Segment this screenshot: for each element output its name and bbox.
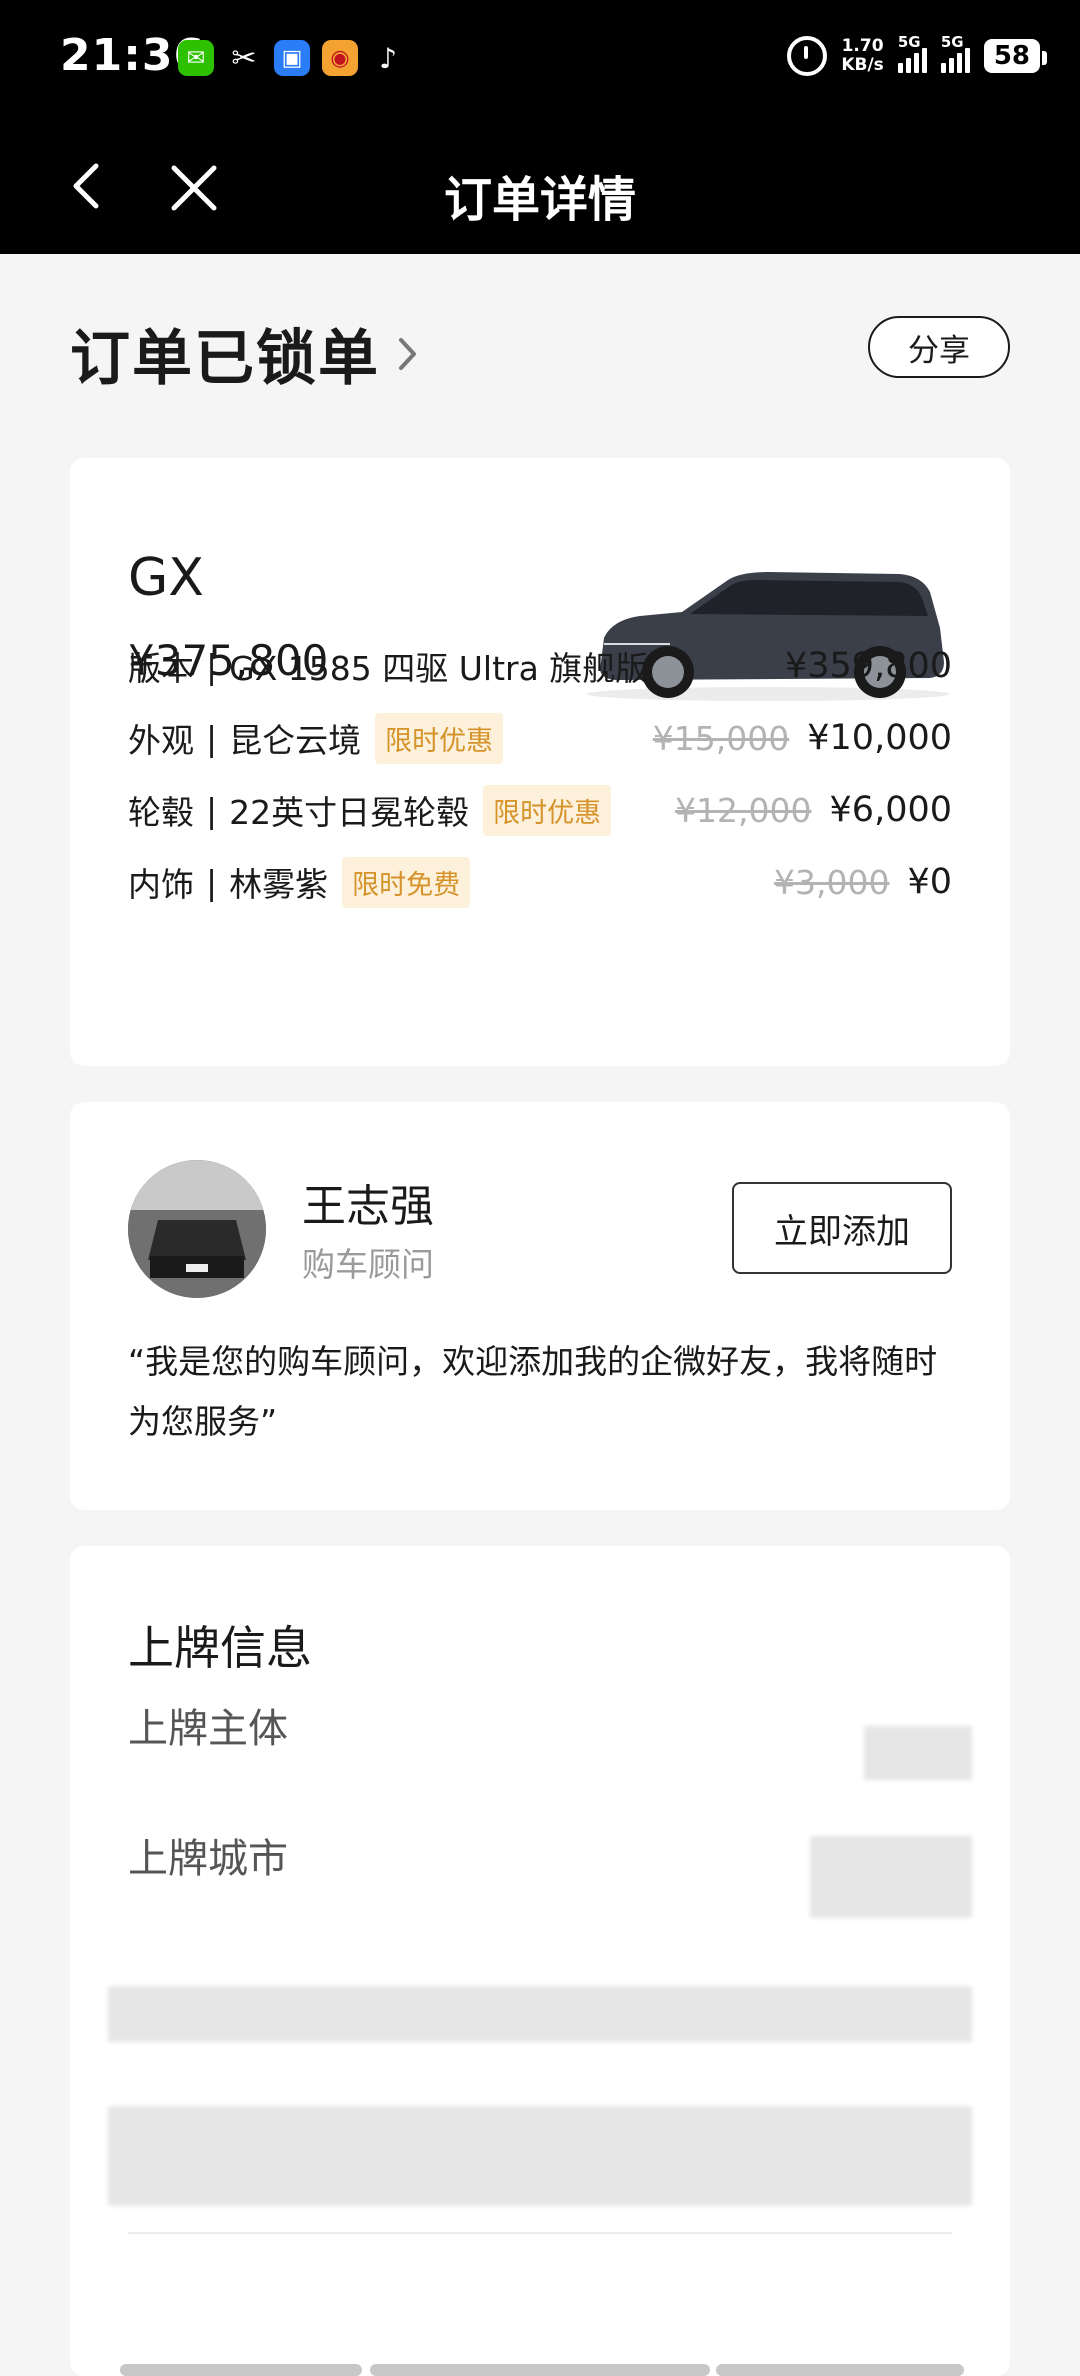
nav-bar: 订单详情: [0, 118, 1080, 254]
alarm-icon: [787, 36, 828, 76]
order-status: 订单已锁单: [70, 324, 380, 394]
tab-indicator: [716, 2364, 964, 2376]
order-card: GX ¥375,800 版本 | GX 1585 四驱 Ultra 旗舰版 ¥3…: [70, 458, 1010, 1066]
share-button[interactable]: 分享: [868, 316, 1010, 378]
system-indicators: 1.70 KB/s 5G 5G 58: [787, 33, 1048, 76]
original-price: ¥15,000: [652, 718, 790, 758]
tab-indicator: [120, 2364, 362, 2376]
divider: [128, 2232, 952, 2234]
advisor-name: 王志强: [302, 1181, 434, 1232]
messages-icon: ▣: [274, 40, 310, 76]
signal-icon-2: 5G: [940, 33, 970, 73]
wechat-icon: ✉: [178, 40, 214, 76]
tiktok-icon: ♪: [370, 40, 406, 76]
add-advisor-button[interactable]: 立即添加: [732, 1182, 952, 1274]
config-row-interior: 内饰 | 林雾紫 限时免费 ¥3,000 ¥0: [128, 854, 952, 910]
advisor-quote: “我是您的购车顾问，欢迎添加我的企微好友，我将随时为您服务”: [128, 1342, 938, 1441]
config-row-version: 版本 | GX 1585 四驱 Ultra 旗舰版 ¥359,800: [128, 646, 952, 688]
plate-subject-label: 上牌主体: [128, 1706, 288, 1752]
car-model: GX: [128, 548, 204, 608]
config-row-exterior: 外观 | 昆仑云境 限时优惠 ¥15,000 ¥10,000: [128, 710, 952, 766]
order-status-link[interactable]: 订单已锁单: [70, 310, 422, 397]
config-price: ¥359,800: [784, 646, 952, 686]
redacted-value: [864, 1726, 972, 1780]
top-bar: 21:36 ✉ ✂ ▣ ◉ ♪ 1.70 KB/s 5G 5G 58 订单详情: [0, 0, 1080, 254]
redacted-row: [108, 1986, 972, 2042]
notification-icons: ✉ ✂ ▣ ◉ ♪: [178, 40, 406, 76]
redacted-row: [108, 2106, 972, 2206]
avatar: [128, 1160, 266, 1298]
status-bar: 21:36 ✉ ✂ ▣ ◉ ♪ 1.70 KB/s 5G 5G 58: [0, 0, 1080, 118]
plate-card: 上牌信息 上牌主体 上牌城市: [70, 1546, 1010, 2376]
page-title: 订单详情: [443, 172, 636, 228]
advisor-card: 王志强 购车顾问 立即添加 “我是您的购车顾问，欢迎添加我的企微好友，我将随时为…: [70, 1102, 1010, 1510]
original-price: ¥12,000: [675, 790, 812, 830]
advisor-role: 购车顾问: [302, 1245, 434, 1284]
config-row-wheels: 轮毂 | 22英寸日冕轮毂 限时优惠 ¥12,000 ¥6,000: [128, 782, 952, 838]
promo-tag: 限时优惠: [483, 784, 612, 836]
config-price: ¥10,000: [807, 718, 952, 758]
promo-tag: 限时免费: [342, 856, 471, 908]
weibo-icon: ◉: [322, 40, 358, 76]
capcut-icon: ✂: [226, 40, 262, 76]
chevron-right-icon: [399, 337, 416, 370]
promo-tag: 限时优惠: [375, 712, 504, 764]
config-price: ¥0: [907, 862, 952, 902]
battery-icon: 58: [983, 39, 1048, 73]
original-price: ¥3,000: [773, 862, 890, 902]
config-price: ¥6,000: [829, 790, 952, 830]
redacted-value: [810, 1836, 972, 1918]
signal-icon-1: 5G: [897, 33, 927, 73]
tab-indicator: [370, 2364, 710, 2376]
section-title: 上牌信息: [128, 1621, 312, 1675]
plate-city-label: 上牌城市: [128, 1836, 288, 1882]
network-speed: 1.70 KB/s: [841, 36, 884, 75]
